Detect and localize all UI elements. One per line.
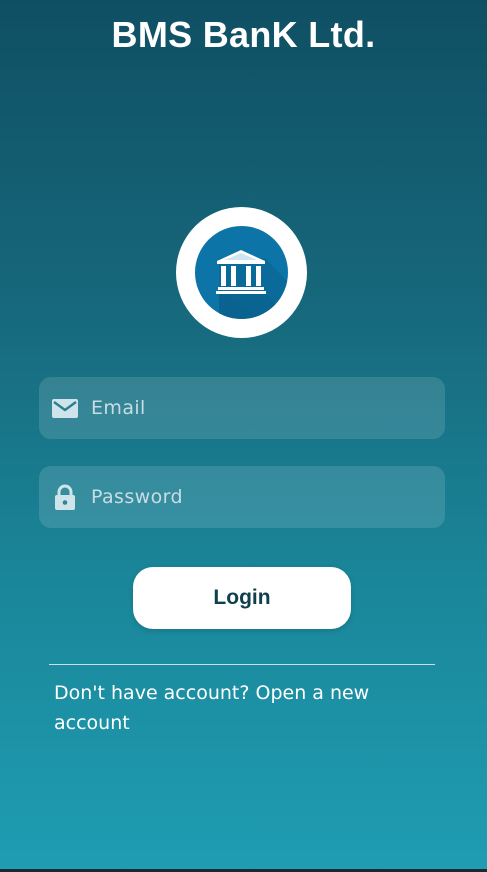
password-input[interactable] bbox=[91, 466, 431, 528]
email-icon bbox=[52, 399, 78, 418]
bank-logo bbox=[176, 207, 307, 338]
email-field[interactable] bbox=[39, 377, 445, 439]
email-input[interactable] bbox=[91, 377, 431, 439]
page-title: BMS BanK Ltd. bbox=[111, 14, 376, 55]
password-field[interactable] bbox=[39, 466, 445, 528]
bank-icon bbox=[216, 250, 288, 319]
divider bbox=[49, 664, 435, 665]
open-account-link[interactable]: Don't have account? Open a new account bbox=[54, 678, 384, 738]
bank-logo-circle bbox=[195, 226, 288, 319]
lock-icon bbox=[55, 484, 75, 510]
login-button[interactable]: Login bbox=[133, 567, 351, 629]
